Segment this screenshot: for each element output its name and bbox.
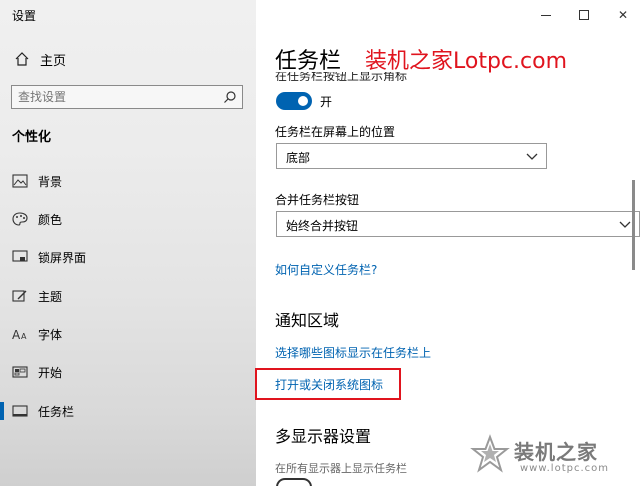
maximize-icon xyxy=(579,10,589,20)
theme-icon xyxy=(12,290,27,302)
sidebar-item-background[interactable]: 背景 xyxy=(0,166,256,196)
search-input[interactable] xyxy=(12,86,212,108)
watermark-text: 装机之家Lotpc.com xyxy=(365,49,567,74)
customize-taskbar-link[interactable]: 如何自定义任务栏? xyxy=(275,261,377,278)
search-icon xyxy=(224,91,236,103)
sidebar-item-themes[interactable]: 主题 xyxy=(0,281,256,311)
brand-watermark: 装机之家 www.lotpc.com xyxy=(470,430,640,486)
app-title: 设置 xyxy=(12,9,37,23)
svg-text:A: A xyxy=(21,332,27,341)
sidebar: 主页 个性化 背景 颜色 锁屏界面 主题 xyxy=(0,0,256,486)
scrollbar[interactable] xyxy=(632,180,635,270)
palette-icon xyxy=(12,212,28,226)
page-title: 任务栏 xyxy=(275,49,342,74)
multi-display-toggle[interactable] xyxy=(276,478,312,486)
sidebar-item-label: 背景 xyxy=(38,175,63,189)
brand-name: 装机之家 xyxy=(514,440,598,464)
home-icon xyxy=(15,52,29,66)
title-bar: 设置 ✕ xyxy=(0,0,640,30)
chevron-down-icon xyxy=(526,153,538,160)
font-icon: A A xyxy=(12,328,27,341)
home-nav-item[interactable]: 主页 xyxy=(0,47,256,71)
sidebar-item-start[interactable]: 开始 xyxy=(0,357,256,387)
sidebar-item-lock-screen[interactable]: 锁屏界面 xyxy=(0,242,256,272)
highlight-box xyxy=(255,368,401,400)
sidebar-item-colors[interactable]: 颜色 xyxy=(0,204,256,234)
home-label: 主页 xyxy=(40,54,67,69)
close-button[interactable]: ✕ xyxy=(600,0,640,30)
section-heading: 个性化 xyxy=(12,130,52,145)
minimize-icon xyxy=(541,14,551,16)
svg-text:A: A xyxy=(12,328,21,341)
select-icons-link[interactable]: 选择哪些图标显示在任务栏上 xyxy=(275,344,431,361)
lock-screen-icon xyxy=(12,250,28,262)
combine-dropdown[interactable]: 始终合并按钮 xyxy=(276,211,640,237)
sidebar-item-label: 锁屏界面 xyxy=(38,251,87,265)
sidebar-item-label: 字体 xyxy=(38,328,63,342)
sidebar-item-label: 颜色 xyxy=(38,213,63,227)
toggle-state-label: 开 xyxy=(320,95,333,109)
badge-setting-label: 在任务栏按钮上显示角标 xyxy=(275,72,408,81)
close-icon: ✕ xyxy=(617,8,629,22)
search-box[interactable] xyxy=(11,85,243,109)
sidebar-item-taskbar[interactable]: 任务栏 xyxy=(0,396,256,426)
badge-toggle[interactable] xyxy=(276,92,312,110)
chevron-down-icon xyxy=(619,221,631,228)
main-content: 任务栏 装机之家Lotpc.com 在任务栏按钮上显示角标 开 任务栏在屏幕上的… xyxy=(255,30,640,486)
position-value: 底部 xyxy=(286,151,311,165)
image-icon xyxy=(12,174,28,188)
notification-area-heading: 通知区域 xyxy=(275,311,340,330)
multi-display-heading: 多显示器设置 xyxy=(275,427,372,446)
combine-value: 始终合并按钮 xyxy=(286,219,359,233)
active-indicator xyxy=(0,402,4,420)
sidebar-item-label: 主题 xyxy=(38,290,63,304)
position-dropdown[interactable]: 底部 xyxy=(276,143,547,169)
sidebar-item-fonts[interactable]: A A 字体 xyxy=(0,319,256,349)
combine-label: 合并任务栏按钮 xyxy=(275,193,360,207)
sidebar-item-label: 开始 xyxy=(38,366,63,380)
taskbar-icon xyxy=(12,405,28,417)
star-logo-icon xyxy=(470,434,510,473)
toggle-knob xyxy=(298,96,308,106)
brand-url: www.lotpc.com xyxy=(520,463,609,474)
sidebar-item-label: 任务栏 xyxy=(38,405,75,419)
start-icon xyxy=(12,366,28,378)
position-label: 任务栏在屏幕上的位置 xyxy=(275,125,396,139)
multi-display-label: 在所有显示器上显示任务栏 xyxy=(275,462,407,475)
